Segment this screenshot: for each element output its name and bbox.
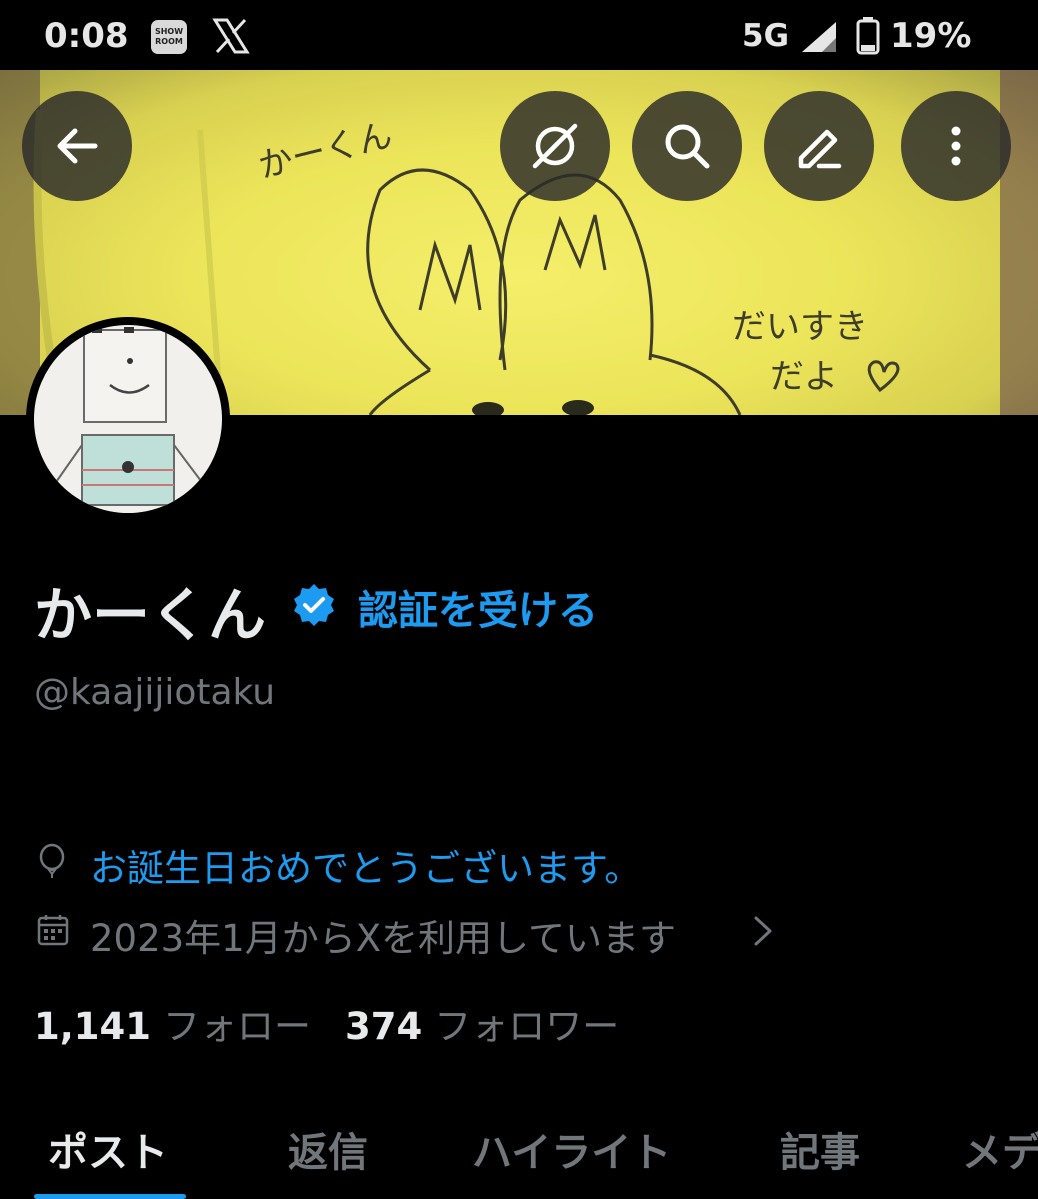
battery-icon bbox=[856, 17, 880, 55]
search-icon bbox=[665, 124, 710, 169]
following-link[interactable]: 1,141 フォロー bbox=[34, 996, 311, 1050]
avatar-image bbox=[34, 325, 222, 513]
tab-media[interactable]: メデ bbox=[962, 1120, 1038, 1178]
search-button[interactable] bbox=[632, 91, 742, 201]
network-label: 5G bbox=[742, 18, 790, 54]
heart-drawing bbox=[867, 360, 900, 393]
joined-date[interactable]: 2023年1月からXを利用しています bbox=[90, 908, 676, 962]
tab-articles[interactable]: 記事 bbox=[780, 1120, 860, 1178]
x-icon bbox=[212, 18, 250, 54]
chevron-right-icon[interactable] bbox=[748, 914, 778, 948]
profile-tabs: ポスト 返信 ハイライト 記事 メデ bbox=[0, 1110, 1038, 1199]
avatar[interactable] bbox=[26, 317, 230, 521]
banner-text-right-1: だいすき bbox=[732, 307, 868, 347]
tab-highlights[interactable]: ハイライト bbox=[472, 1120, 671, 1178]
signal-icon bbox=[802, 22, 836, 52]
grok-icon bbox=[532, 123, 578, 169]
birthday-text[interactable]: お誕生日おめでとうございます。 bbox=[90, 838, 641, 892]
more-vertical-icon bbox=[951, 126, 961, 166]
tab-replies[interactable]: 返信 bbox=[288, 1120, 368, 1178]
battery-percent: 19% bbox=[890, 16, 972, 56]
banner-text-top: かーくん bbox=[255, 115, 397, 187]
handle: @kaajijiotaku bbox=[34, 672, 276, 713]
following-count: 1,141 bbox=[34, 1005, 152, 1048]
tab-posts[interactable]: ポスト bbox=[48, 1120, 168, 1178]
grok-button[interactable] bbox=[500, 91, 610, 201]
status-bar: 0:08 SHOW ROOM 5G 19% bbox=[0, 0, 1038, 70]
active-tab-indicator bbox=[34, 1194, 186, 1199]
display-name: かーくん bbox=[34, 581, 267, 649]
calendar-icon bbox=[37, 915, 69, 946]
verified-badge-icon[interactable] bbox=[291, 582, 337, 628]
followers-link[interactable]: 374 フォロワー bbox=[345, 996, 619, 1050]
followers-count: 374 bbox=[345, 1005, 423, 1048]
back-button[interactable] bbox=[22, 91, 132, 201]
banner-text-right-2: だよ bbox=[770, 357, 838, 397]
more-button[interactable] bbox=[901, 91, 1011, 201]
status-time: 0:08 bbox=[44, 16, 129, 56]
edit-icon bbox=[798, 129, 842, 169]
back-arrow-icon bbox=[57, 128, 98, 164]
edit-button[interactable] bbox=[764, 91, 874, 201]
get-verified-link[interactable]: 認証を受ける bbox=[358, 578, 598, 636]
followers-label: フォロワー bbox=[434, 1005, 620, 1048]
following-label: フォロー bbox=[163, 1005, 312, 1048]
balloon-icon bbox=[39, 843, 65, 878]
showroom-icon: SHOW ROOM bbox=[151, 20, 187, 54]
